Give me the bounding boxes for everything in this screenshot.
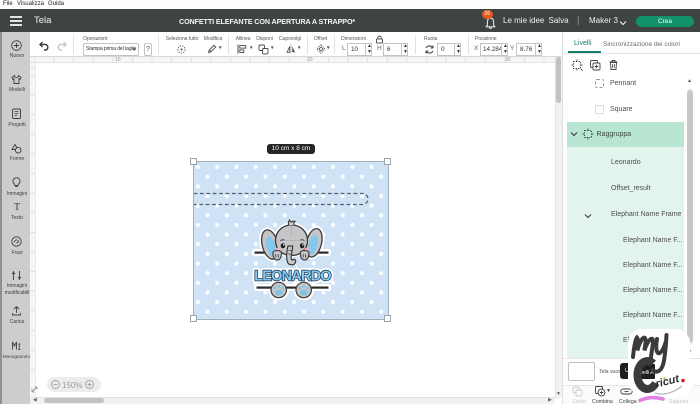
svg-text:LEONARDO: LEONARDO (254, 268, 331, 284)
